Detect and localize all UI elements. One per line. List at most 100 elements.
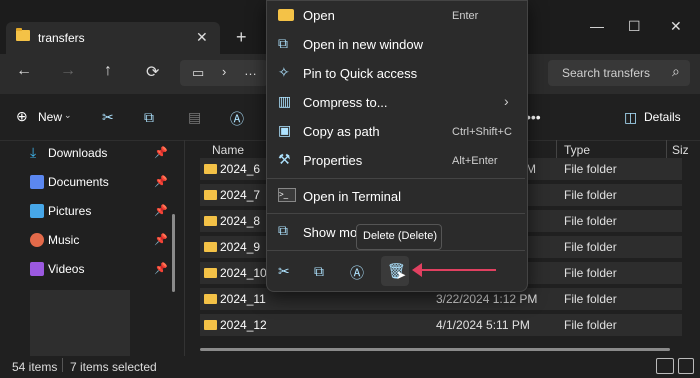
sidebar-item-music[interactable]: Music 📌 xyxy=(0,227,180,253)
up-button[interactable]: ↑ xyxy=(104,62,112,80)
details-button[interactable]: Details xyxy=(644,110,681,124)
row-name: 2024_12 xyxy=(220,318,267,332)
maximize-button[interactable]: ☐ xyxy=(628,18,641,35)
folder-icon xyxy=(204,268,217,278)
row-name: 2024_6 xyxy=(220,162,261,176)
new-tab-button[interactable]: + xyxy=(236,27,247,48)
row-name: 2024_9 xyxy=(220,240,261,254)
menu-separator xyxy=(267,178,525,179)
rename-icon[interactable]: Ⓐ xyxy=(230,109,244,129)
terminal-icon: >_ xyxy=(278,188,296,202)
annotation-arrow-head xyxy=(412,263,422,277)
column-header-name[interactable]: Name xyxy=(212,143,244,157)
more-options-button[interactable]: ••• xyxy=(526,109,541,125)
details-pane-icon: ◫ xyxy=(624,109,638,125)
back-button[interactable]: ← xyxy=(16,62,32,80)
pin-icon: ✧ xyxy=(278,64,290,80)
tab-title: transfers xyxy=(38,31,85,45)
monitor-icon: ▭ xyxy=(192,65,205,80)
selected-count: 7 items selected xyxy=(70,360,157,374)
item-count: 54 items xyxy=(12,360,58,374)
show-more-icon: ⧉ xyxy=(278,222,288,238)
menu-item-shortcut: Ctrl+Shift+C xyxy=(452,126,512,138)
sidebar-item-documents[interactable]: Documents 📌 xyxy=(0,169,180,195)
sidebar-thumbnail-area xyxy=(30,290,130,356)
sidebar-item-videos[interactable]: Videos 📌 xyxy=(0,256,180,282)
pin-icon[interactable]: 📌 xyxy=(154,262,168,275)
compress-icon: ▥ xyxy=(278,93,292,109)
row-name: 2024_7 xyxy=(220,188,261,202)
sidebar-item-downloads[interactable]: ⤓ Downloads 📌 xyxy=(0,140,180,166)
folder-icon xyxy=(16,28,30,41)
sidebar-item-pictures[interactable]: Pictures 📌 xyxy=(0,198,180,224)
minimize-button[interactable]: — xyxy=(590,18,604,34)
address-bar[interactable]: ▭ › … xyxy=(180,60,268,86)
column-header-size[interactable]: Siz xyxy=(672,143,689,157)
menu-item-label: Copy as path xyxy=(303,124,380,139)
folder-icon xyxy=(204,190,217,200)
status-divider xyxy=(62,358,63,372)
row-type: File folder xyxy=(564,266,617,280)
menu-separator xyxy=(267,213,525,214)
sidebar-scrollbar[interactable] xyxy=(172,214,175,292)
music-icon xyxy=(30,233,44,247)
row-type: File folder xyxy=(564,188,617,202)
cut-icon[interactable]: ✂ xyxy=(102,109,114,126)
horizontal-scrollbar[interactable] xyxy=(200,348,670,351)
pin-icon[interactable]: 📌 xyxy=(154,146,168,159)
sidebar-item-label: Videos xyxy=(48,262,85,276)
more-breadcrumb-icon[interactable]: … xyxy=(244,63,257,78)
column-header-type[interactable]: Type xyxy=(564,143,590,157)
folder-icon xyxy=(204,242,217,252)
videos-icon xyxy=(30,262,44,276)
search-icon: ⌕ xyxy=(672,63,680,79)
chevron-right-icon[interactable]: › xyxy=(222,64,226,79)
menu-item-label: Open xyxy=(303,8,335,23)
menu-item-label: Properties xyxy=(303,153,363,168)
row-date: 3/22/2024 1:12 PM xyxy=(436,292,538,306)
column-divider[interactable] xyxy=(556,140,557,158)
folder-icon xyxy=(204,216,217,226)
sidebar-item-label: Documents xyxy=(48,175,109,189)
chevron-down-icon: ⌄ xyxy=(64,110,72,120)
row-type: File folder xyxy=(564,214,617,228)
download-icon: ⤓ xyxy=(30,144,37,160)
row-date: 4/1/2024 5:11 PM xyxy=(436,318,530,332)
rename-icon[interactable]: Ⓐ xyxy=(350,263,364,283)
close-window-button[interactable]: ✕ xyxy=(670,18,682,35)
paste-icon[interactable]: ▤ xyxy=(188,109,201,126)
row-name: 2024_8 xyxy=(220,214,261,228)
copy-icon[interactable]: ⧉ xyxy=(314,263,324,280)
pane-divider[interactable] xyxy=(184,140,185,356)
menu-item-label: Open in new window xyxy=(303,37,423,52)
tab-close-icon[interactable]: ✕ xyxy=(196,29,208,46)
annotation-arrow-line xyxy=(420,269,496,271)
pin-icon[interactable]: 📌 xyxy=(154,175,168,188)
search-placeholder: Search transfers xyxy=(562,66,651,80)
pin-icon[interactable]: 📌 xyxy=(154,204,168,217)
menu-item-label: Pin to Quick access xyxy=(303,66,418,81)
column-divider[interactable] xyxy=(666,140,667,158)
row-name: 2024_10 xyxy=(220,266,267,280)
menu-item-label: Open in Terminal xyxy=(303,189,402,204)
details-view-icon[interactable] xyxy=(656,358,674,374)
pin-icon[interactable]: 📌 xyxy=(154,233,168,246)
folder-icon xyxy=(204,164,217,174)
new-plus-icon: ⊕ xyxy=(16,108,28,124)
cut-icon[interactable]: ✂ xyxy=(278,263,290,280)
pictures-icon xyxy=(30,204,44,218)
refresh-button[interactable]: ⟳ xyxy=(146,62,159,82)
menu-item-shortcut: Alt+Enter xyxy=(452,155,498,167)
tiles-view-icon[interactable] xyxy=(678,358,694,374)
forward-button[interactable]: → xyxy=(60,62,76,80)
folder-icon xyxy=(278,9,294,21)
row-type: File folder xyxy=(564,162,617,176)
menu-item-label: Show mo xyxy=(303,225,358,240)
mouse-cursor-icon: ➤ xyxy=(396,268,407,282)
open-new-window-icon: ⧉ xyxy=(278,35,288,51)
menu-item-shortcut: Enter xyxy=(452,10,479,22)
wrench-icon: ⚒ xyxy=(278,151,291,167)
new-button[interactable]: New xyxy=(38,110,62,124)
copy-icon[interactable]: ⧉ xyxy=(144,109,154,126)
folder-icon xyxy=(204,320,217,330)
